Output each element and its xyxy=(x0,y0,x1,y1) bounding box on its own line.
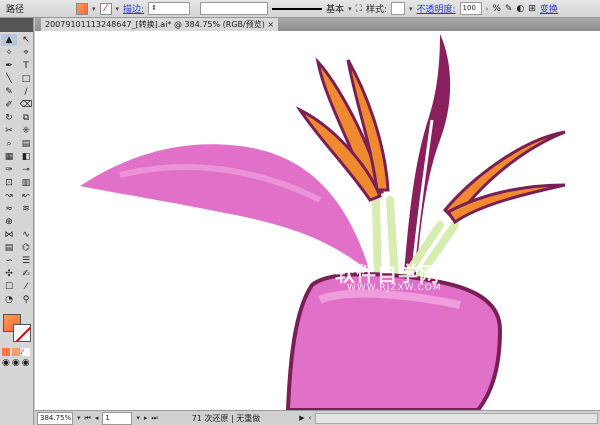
tool-button[interactable]: ⌖ xyxy=(18,47,34,59)
tool-button[interactable]: ▤ xyxy=(1,242,17,254)
tool-button[interactable]: ⧉ xyxy=(18,112,34,124)
toolbox: ▲ ↖ ✧ ⌖ ✒ T ╲ □ ✎ ∕ ✐ ⌫ ↻ ⧉ ✂ ⁜ ⌕ ▤ ▦ ◧ ✑ ⊸ ⊡ ▥ ↝ ↜ ≈ ≋ ⊕ ⋈ ∿ ▤ ⌬ ∽ ☰ ✣ ✍ ☐ ⁄ ◔… xyxy=(0,18,34,425)
flower-artwork xyxy=(80,34,566,410)
tool-button[interactable]: ✧ xyxy=(1,47,17,59)
last-page-button[interactable]: ⏭ xyxy=(151,414,157,423)
globe-icon[interactable]: ◐ xyxy=(516,4,524,14)
tool-button[interactable]: ▲ xyxy=(1,34,17,46)
status-menu-arrow[interactable]: ▶ xyxy=(299,414,304,422)
tool-button[interactable]: ☰ xyxy=(18,255,34,267)
tool-button[interactable]: ∕ xyxy=(18,86,34,98)
color-mode-button[interactable] xyxy=(2,348,10,356)
tool-button[interactable]: ✒ xyxy=(1,60,17,72)
tool-button[interactable]: ✂ xyxy=(1,125,17,137)
tool-button[interactable]: ▦ xyxy=(1,151,17,163)
tool-button[interactable]: ▥ xyxy=(18,177,34,189)
tool-button[interactable]: ⁜ xyxy=(18,125,34,137)
none-mode-button[interactable]: ⁄ xyxy=(22,348,30,356)
tool-button[interactable]: ↜ xyxy=(18,190,34,202)
tool-button[interactable]: T xyxy=(18,60,34,72)
tool-button[interactable] xyxy=(18,216,34,228)
tool-button[interactable]: ∽ xyxy=(1,255,17,267)
transform-link[interactable]: 变换 xyxy=(540,2,558,15)
draw-normal-icon[interactable]: ◉ xyxy=(2,358,10,368)
tool-button[interactable]: ◧ xyxy=(18,151,34,163)
horizontal-scrollbar[interactable] xyxy=(315,412,598,424)
tool-button[interactable]: □ xyxy=(18,73,34,85)
tool-button[interactable]: ≈ xyxy=(1,203,17,215)
pink-leaf xyxy=(80,144,370,272)
tool-button[interactable]: ◔ xyxy=(1,294,17,306)
fill-swatch[interactable] xyxy=(76,2,89,15)
tool-button[interactable]: ⊸ xyxy=(18,164,34,176)
recolor-icon[interactable]: ✎ xyxy=(505,4,513,14)
style-select[interactable] xyxy=(390,2,405,15)
prev-page-button[interactable]: ◂ xyxy=(95,414,99,422)
control-bar: 路径 ▾ ⁄ ▾ 描边: ⇕ 基本 ▾ ⛶ 样式: ▾ 不透明度: 100 › % … xyxy=(0,0,600,18)
opacity-unit: % xyxy=(492,3,501,14)
tool-button[interactable]: ✍ xyxy=(18,268,34,280)
selection-type-label: 路径 xyxy=(6,5,25,15)
tool-button[interactable]: ✎ xyxy=(1,86,17,98)
chevron-down-icon[interactable]: ▾ xyxy=(348,5,352,13)
tool-button[interactable]: ⌕ xyxy=(1,138,17,150)
page-select[interactable]: 1 xyxy=(102,411,133,425)
tool-button[interactable]: ⊡ xyxy=(1,177,17,189)
document-tab-bar: 20079101113248647_[转换].ai* @ 384.75% (RG… xyxy=(35,18,600,31)
tool-button[interactable]: ⁄ xyxy=(18,281,34,293)
stroke-color-box[interactable] xyxy=(13,324,31,342)
tool-button[interactable]: ✣ xyxy=(1,268,17,280)
chevron-down-icon[interactable]: ▾ xyxy=(136,414,140,422)
close-icon[interactable]: × xyxy=(267,20,274,29)
zoom-select[interactable]: 384.75% xyxy=(37,411,73,425)
document-title: 20079101113248647_[转换].ai* @ 384.75% (RG… xyxy=(45,20,265,29)
variable-width-select[interactable] xyxy=(200,2,269,15)
chevron-down-icon[interactable]: ▾ xyxy=(77,414,81,422)
tool-button[interactable]: ≋ xyxy=(18,203,34,215)
status-bar: 384.75% ▾ ⏮ ◂ 1 ▾ ▸ ⏭ 71 次还原 | 无重做 ▶ ‹ xyxy=(35,410,600,425)
tool-button[interactable]: ↝ xyxy=(1,190,17,202)
draw-inside-icon[interactable]: ◉ xyxy=(22,358,30,368)
chevron-down-icon[interactable]: ▾ xyxy=(92,5,96,13)
artboard-canvas[interactable]: 软件自学网 WWW.RJZXW.COM xyxy=(35,31,600,410)
tool-button[interactable]: ⌬ xyxy=(18,242,34,254)
chevron-down-icon[interactable]: ▾ xyxy=(409,5,413,13)
align-icon[interactable]: ⊞ xyxy=(528,4,536,14)
stroke-profile-preview xyxy=(272,7,323,10)
stroke-link[interactable]: 描边: xyxy=(123,2,144,15)
tool-button[interactable]: ∿ xyxy=(18,229,34,241)
tool-button[interactable]: ↖ xyxy=(18,34,34,46)
tool-button[interactable]: ✐ xyxy=(1,99,17,111)
toolbox-grip[interactable] xyxy=(0,18,33,32)
opacity-link[interactable]: 不透明度: xyxy=(417,2,456,15)
gradient-mode-button[interactable] xyxy=(12,348,20,356)
tool-button[interactable]: ▤ xyxy=(18,138,34,150)
stroke-weight-input[interactable]: ⇕ xyxy=(148,2,191,15)
stroke-swatch[interactable]: ⁄ xyxy=(99,2,112,15)
chevron-down-icon[interactable]: ▾ xyxy=(116,5,120,13)
style-label: 样式: xyxy=(365,5,387,15)
tool-button[interactable]: ✑ xyxy=(1,164,17,176)
status-message: 71 次还原 | 无重做 xyxy=(191,413,261,423)
tool-button[interactable]: ☐ xyxy=(1,281,17,293)
watermark-url: WWW.RJZXW.COM xyxy=(347,283,442,293)
tool-button[interactable]: ⋈ xyxy=(1,229,17,241)
tool-button[interactable]: ⊕ xyxy=(1,216,17,228)
stroke-profile-select[interactable]: 基本 xyxy=(326,2,344,15)
first-page-button[interactable]: ⏮ xyxy=(85,414,91,423)
scroll-left-button[interactable]: ‹ xyxy=(309,414,312,422)
tool-button[interactable]: ⚲ xyxy=(18,294,34,306)
arrange-icon[interactable]: ⛶ xyxy=(356,4,362,14)
document-tab[interactable]: 20079101113248647_[转换].ai* @ 384.75% (RG… xyxy=(41,18,279,31)
tool-button[interactable]: ╲ xyxy=(1,73,17,85)
tool-button[interactable]: ⌫ xyxy=(18,99,34,111)
opacity-input[interactable]: 100 xyxy=(459,2,482,15)
tool-button[interactable]: ↻ xyxy=(1,112,17,124)
chevron-right-icon[interactable]: › xyxy=(486,5,489,13)
next-page-button[interactable]: ▸ xyxy=(144,414,148,422)
draw-behind-icon[interactable]: ◉ xyxy=(12,358,20,368)
